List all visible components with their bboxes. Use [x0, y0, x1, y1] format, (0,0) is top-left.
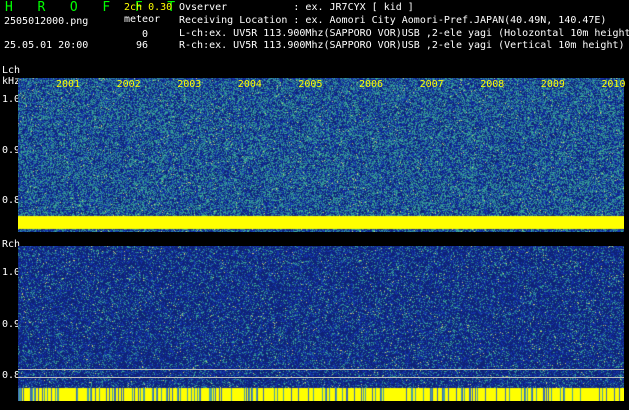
lch-spectrogram [18, 78, 624, 232]
lch-config-line: L-ch:ex. UV5R 113.900Mhz(SAPPORO VOR)USB… [179, 28, 629, 39]
observer-line: Ovserver : ex. JR7CYX [ kid ] [179, 2, 414, 13]
meteor-label: meteor [124, 14, 161, 25]
date-time: 25.05.01 20:00 [4, 40, 89, 51]
year-label: 2001 [56, 79, 81, 90]
year-label: 2003 [177, 79, 202, 90]
year-label: 2004 [237, 79, 262, 90]
year-label: 2008 [480, 79, 505, 90]
version-label: 2ch 0.30 [124, 2, 173, 13]
rch-meteor-count: 96 [135, 40, 148, 51]
lch-meteor-count: 0 [141, 29, 148, 40]
year-label: 2009 [540, 79, 565, 90]
lch-label: Lch [2, 65, 21, 76]
year-label: 2010 [601, 79, 626, 90]
year-label: 2006 [359, 79, 384, 90]
year-label: 2005 [298, 79, 323, 90]
file-name: 2505012000.png [4, 16, 89, 27]
year-label: 2007 [419, 79, 444, 90]
rch-reference-line-upper [18, 369, 624, 370]
rch-reference-line-lower [18, 377, 624, 378]
rch-config-line: R-ch:ex. UV5R 113.900Mhz(SAPPORO VOR)USB… [179, 40, 625, 51]
location-line: Receiving Location : ex. Aomori City Aom… [179, 15, 607, 26]
year-label: 2002 [116, 79, 141, 90]
